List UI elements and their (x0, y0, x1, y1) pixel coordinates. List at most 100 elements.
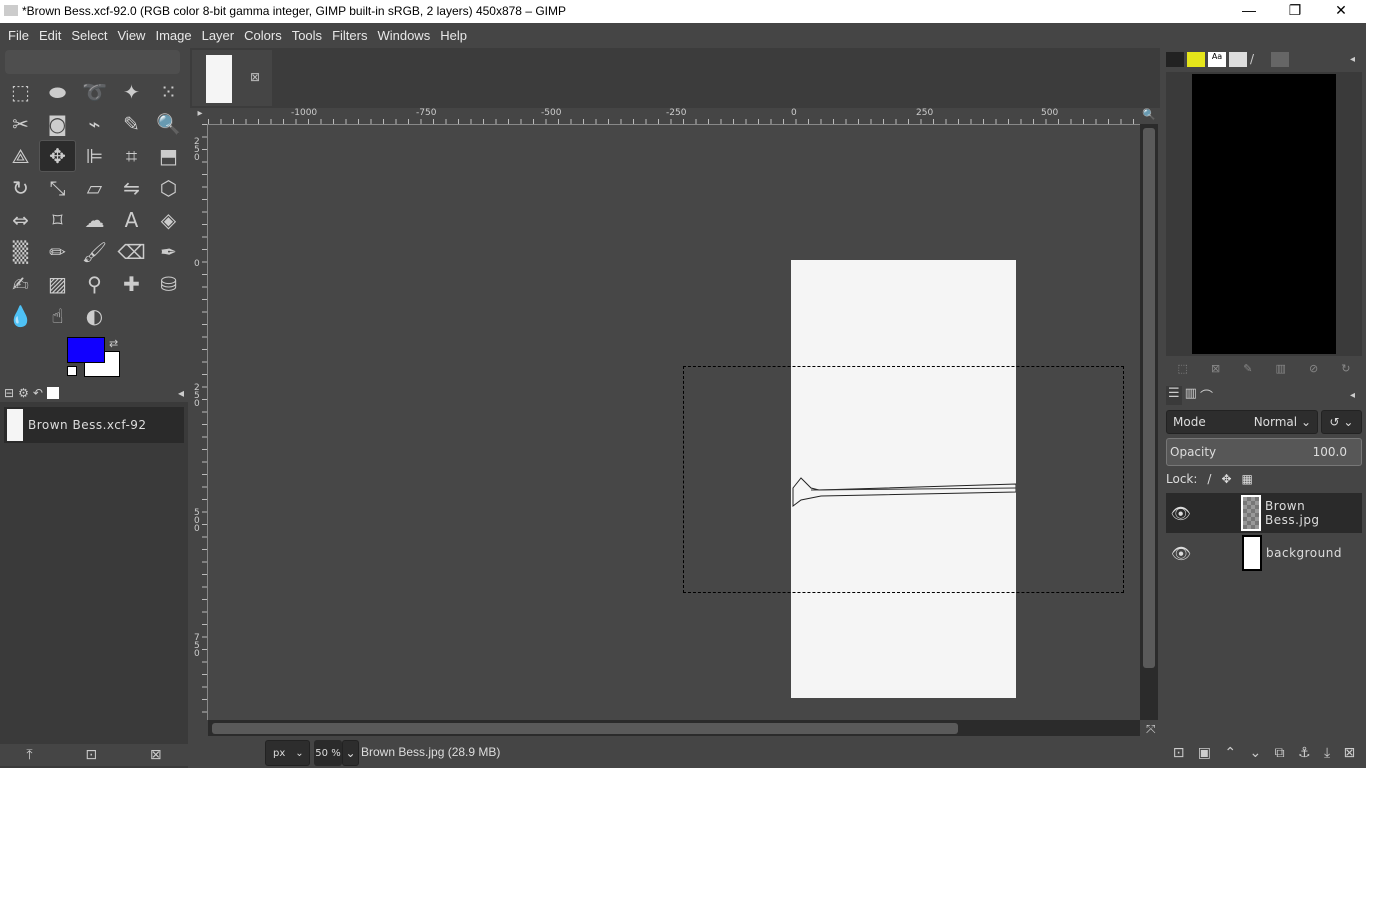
duplicate-brush-icon[interactable]: ▥ (1276, 362, 1286, 375)
paths-tab[interactable]: ⌒ (1200, 386, 1213, 405)
dock-menu-icon[interactable]: ◂ (178, 386, 184, 400)
zoom-icon[interactable]: 🔍 (150, 108, 187, 140)
tool-options-tab[interactable]: ⊟ (4, 386, 14, 400)
lock-alpha-icon[interactable]: ▦ (1242, 472, 1253, 486)
refresh-brushes-icon[interactable]: ↻ (1341, 362, 1350, 375)
images-tab[interactable] (46, 387, 59, 399)
lock-position-icon[interactable]: ✥ (1221, 472, 1231, 486)
clone-icon[interactable]: ⚲ (76, 268, 113, 300)
document-history-tab[interactable] (1229, 52, 1247, 67)
free-select-icon[interactable]: ➰ (76, 76, 113, 108)
rect-select-icon[interactable]: ⬚ (2, 76, 39, 108)
move-icon[interactable]: ✥ (39, 140, 76, 172)
measure-icon[interactable]: ⟁ (2, 140, 39, 172)
menu-layer[interactable]: Layer (197, 28, 240, 43)
horizontal-scrollbar[interactable] (208, 720, 1140, 736)
minimize-button[interactable]: — (1234, 2, 1264, 18)
lower-layer-icon[interactable]: ⌄ (1250, 745, 1262, 761)
cage-icon[interactable]: ⌑ (39, 204, 76, 236)
visibility-eye-icon[interactable]: 👁 (1166, 544, 1196, 563)
device-status-tab[interactable]: ⚙ (18, 386, 29, 400)
vertical-scrollbar[interactable]: 🔍 (1140, 108, 1158, 720)
menu-windows[interactable]: Windows (372, 28, 435, 43)
unit-select[interactable]: px ⌄ (265, 740, 310, 766)
brush-action-icon[interactable]: ⊠ (1211, 362, 1220, 375)
new-layer-group-icon[interactable]: ▣ (1198, 745, 1211, 761)
canvas[interactable] (208, 125, 1140, 720)
rotate-icon[interactable]: ↻ (2, 172, 39, 204)
raise-layer-icon[interactable]: ⌃ (1224, 745, 1236, 761)
flip-icon[interactable]: ⇋ (113, 172, 150, 204)
menu-image[interactable]: Image (150, 28, 196, 43)
close-button[interactable]: ✕ (1326, 2, 1356, 19)
dock-menu-icon[interactable]: ◂ (1350, 54, 1355, 65)
lock-pixels-icon[interactable]: / (1207, 472, 1211, 486)
new-display-icon[interactable]: ⊡ (85, 747, 97, 763)
composite-mode-select[interactable]: ↺ ⌄ (1321, 410, 1362, 434)
delete-layer-icon[interactable]: ⊠ (1344, 745, 1356, 761)
vertical-ruler[interactable]: 250 0 250 500 750 (192, 124, 208, 720)
perspective-icon[interactable]: ⬡ (150, 172, 187, 204)
brushes-tab[interactable] (1166, 52, 1184, 67)
navigate-icon[interactable]: ⤧ (1146, 722, 1156, 737)
menu-edit[interactable]: Edit (34, 28, 66, 43)
ink-icon[interactable]: ✍ (2, 268, 39, 300)
zoom-follow-icon[interactable]: 🔍 (1142, 108, 1156, 121)
ellipse-select-icon[interactable]: ⬬ (39, 76, 76, 108)
paint-dynamics-tab[interactable]: / (1250, 52, 1268, 67)
align-icon[interactable]: ⊫ (76, 140, 113, 172)
menu-select[interactable]: Select (66, 28, 112, 43)
delete-brush-icon[interactable]: ⊘ (1309, 362, 1318, 375)
visibility-eye-icon[interactable]: 👁 (1166, 504, 1195, 523)
swap-colors-icon[interactable]: ⇄ (109, 337, 118, 350)
handle-transform-icon[interactable]: ☁ (76, 204, 113, 236)
paintbrush-icon[interactable]: 🖌 (76, 236, 113, 268)
zoom-input[interactable]: 50 % (314, 740, 342, 766)
menu-view[interactable]: View (113, 28, 151, 43)
patterns-tab[interactable] (1187, 52, 1205, 67)
duplicate-layer-icon[interactable]: ⧉ (1275, 745, 1285, 761)
gradients-tab[interactable] (1271, 52, 1289, 67)
horizontal-ruler[interactable]: -1000 -750 -500 -250 0 250 500 (208, 108, 1140, 125)
menu-filters[interactable]: Filters (327, 28, 372, 43)
crop-icon[interactable]: ⌗ (113, 140, 150, 172)
pencil-icon[interactable]: ✏ (39, 236, 76, 268)
new-layer-icon[interactable]: ⊡ (1173, 745, 1185, 761)
foreground-color-swatch[interactable] (67, 337, 105, 363)
scissors-select-icon[interactable]: ✂ (2, 108, 39, 140)
merge-layer-icon[interactable]: ⤓ (1324, 745, 1330, 761)
layer-row[interactable]: 👁 Brown Bess.jpg (1166, 493, 1362, 533)
dodge-burn-icon[interactable]: ◐ (76, 300, 113, 332)
smudge-icon[interactable]: ☝ (39, 300, 76, 332)
unified-transform-icon[interactable]: ⬒ (150, 140, 187, 172)
paths-icon[interactable]: ⌁ (76, 108, 113, 140)
anchor-layer-icon[interactable]: ⚓ (1298, 745, 1311, 761)
delete-image-icon[interactable]: ⊠ (150, 747, 162, 763)
close-tab-icon[interactable]: ⊠ (250, 70, 260, 84)
mode-select[interactable]: Mode Normal ⌄ (1166, 410, 1318, 434)
foreground-select-icon[interactable]: ◙ (39, 108, 76, 140)
brush-action-icon[interactable]: ⬚ (1178, 362, 1188, 375)
image-tab[interactable]: ⊠ (192, 50, 272, 106)
undo-history-tab[interactable]: ↶ (33, 386, 43, 400)
default-colors-icon[interactable] (67, 366, 77, 376)
channels-tab[interactable]: ▥ (1185, 386, 1197, 405)
fuzzy-select-icon[interactable]: ✦ (113, 76, 150, 108)
quick-mask-menu-icon[interactable]: ▸ (192, 108, 208, 124)
blur-icon[interactable]: 💧 (2, 300, 39, 332)
layer-row[interactable]: 👁 background (1166, 533, 1362, 573)
dock-menu-icon[interactable]: ◂ (1350, 390, 1355, 401)
mypaint-brush-icon[interactable]: ▨ (39, 268, 76, 300)
zoom-dropdown-icon[interactable]: ⌄ (342, 740, 359, 766)
fonts-tab[interactable]: Aa (1208, 52, 1226, 67)
layers-tab[interactable]: ☰ (1166, 386, 1182, 405)
select-by-color-icon[interactable]: ⁙ (150, 76, 187, 108)
maximize-button[interactable]: ❐ (1280, 2, 1310, 19)
shear-icon[interactable]: ▱ (76, 172, 113, 204)
blend-icon[interactable]: ▒ (2, 236, 39, 268)
heal-icon[interactable]: ✚ (113, 268, 150, 300)
menu-tools[interactable]: Tools (287, 28, 327, 43)
image-list-item[interactable]: Brown Bess.xcf-92 (4, 407, 184, 443)
menu-file[interactable]: File (3, 28, 34, 43)
perspective-clone-icon[interactable]: ⛁ (150, 268, 187, 300)
